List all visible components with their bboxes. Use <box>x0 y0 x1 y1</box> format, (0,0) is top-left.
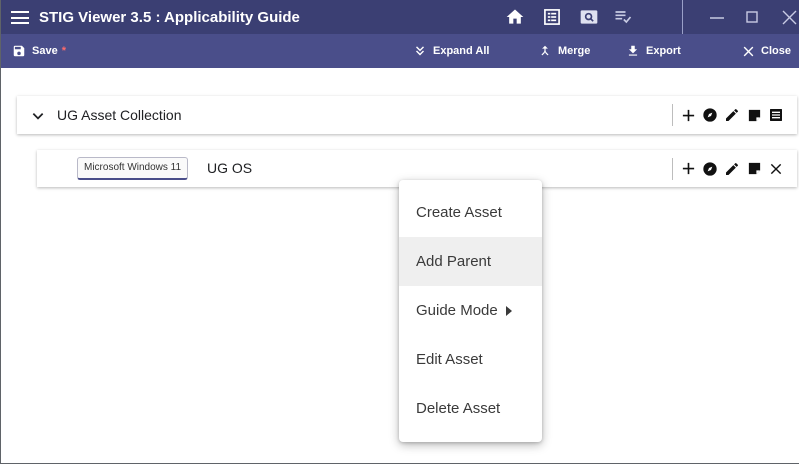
maximize-icon[interactable] <box>741 6 763 28</box>
actions-divider <box>672 104 673 126</box>
titlebar-divider <box>682 0 683 34</box>
save-icon <box>13 45 25 57</box>
chevron-down-icon[interactable] <box>31 109 45 123</box>
merge-button[interactable]: Merge <box>538 34 590 68</box>
context-menu: Create Asset Add Parent Guide Mode Edit … <box>399 180 542 442</box>
close-window-icon[interactable] <box>778 6 799 28</box>
menu-item-edit-asset[interactable]: Edit Asset <box>399 335 542 384</box>
collection-label: UG Asset Collection <box>57 107 182 123</box>
menu-item-label: Edit Asset <box>416 351 483 368</box>
compass-icon[interactable] <box>701 160 719 178</box>
actions-divider <box>672 157 673 180</box>
asset-actions <box>672 150 785 187</box>
search-window-icon[interactable] <box>579 7 599 27</box>
export-label: Export <box>646 45 681 57</box>
edit-icon[interactable] <box>723 160 741 178</box>
title-bar: STIG Viewer 3.5 : Applicability Guide <box>1 0 799 34</box>
compass-icon[interactable] <box>701 106 719 124</box>
close-label: Close <box>761 45 791 57</box>
menu-item-label: Add Parent <box>416 253 492 270</box>
app-window: STIG Viewer 3.5 : Applicability Guide Sa… <box>0 0 799 464</box>
export-button[interactable]: Export <box>626 34 681 68</box>
close-icon <box>743 46 754 56</box>
add-icon[interactable] <box>679 106 697 124</box>
note-icon[interactable] <box>745 160 763 178</box>
list-box-icon[interactable] <box>542 7 562 27</box>
menu-item-guide-mode[interactable]: Guide Mode <box>399 286 542 335</box>
merge-label: Merge <box>558 45 591 57</box>
menu-item-label: Create Asset <box>416 204 502 221</box>
menu-item-label: Guide Mode <box>416 302 498 319</box>
edit-icon[interactable] <box>723 106 741 124</box>
asset-label: UG OS <box>207 160 253 176</box>
close-button[interactable]: Close <box>742 34 791 68</box>
save-button[interactable]: Save * <box>12 34 66 68</box>
collection-actions <box>672 96 785 134</box>
home-icon[interactable] <box>505 7 525 27</box>
toolbar: Save * Expand All Merge Export Close <box>1 34 799 68</box>
os-chip[interactable]: Microsoft Windows 11 <box>77 157 189 180</box>
playlist-check-icon[interactable] <box>613 7 633 27</box>
menu-item-add-parent[interactable]: Add Parent <box>399 237 542 286</box>
merge-icon <box>541 45 549 56</box>
double-chevron-down-icon <box>416 46 424 56</box>
menu-item-create-asset[interactable]: Create Asset <box>399 188 542 237</box>
menu-item-delete-asset[interactable]: Delete Asset <box>399 384 542 433</box>
remove-icon[interactable] <box>767 160 785 178</box>
save-label: Save <box>32 45 58 57</box>
expand-all-button[interactable]: Expand All <box>413 34 489 68</box>
window-title: STIG Viewer 3.5 : Applicability Guide <box>39 9 300 26</box>
expand-all-label: Expand All <box>433 45 490 57</box>
tree-row-collection[interactable]: UG Asset Collection <box>17 96 797 134</box>
note-icon[interactable] <box>745 106 763 124</box>
submenu-arrow-icon <box>505 305 512 316</box>
download-icon <box>628 45 638 56</box>
hamburger-menu-icon[interactable] <box>11 11 29 24</box>
list-icon[interactable] <box>767 106 785 124</box>
add-icon[interactable] <box>679 160 697 178</box>
menu-item-label: Delete Asset <box>416 400 501 417</box>
minimize-icon[interactable] <box>706 6 728 28</box>
unsaved-marker: * <box>61 45 66 57</box>
